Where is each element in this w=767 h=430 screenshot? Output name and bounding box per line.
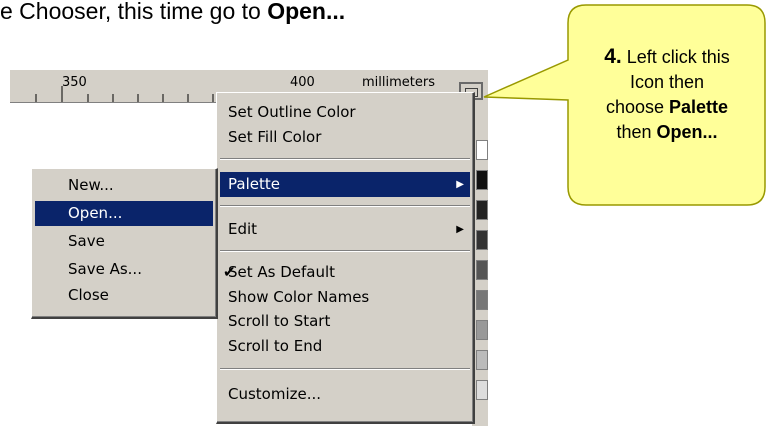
callout-open-bold: Open... bbox=[656, 122, 718, 142]
menu-item-label: Save As... bbox=[68, 260, 142, 278]
menu-separator bbox=[220, 205, 470, 207]
menu-item-scroll-to-end[interactable]: Scroll to End bbox=[220, 334, 470, 359]
palette-context-menu: Set Outline Color Set Fill Color Palette… bbox=[216, 92, 475, 424]
submenu-item-new[interactable]: New... bbox=[35, 173, 213, 198]
menu-item-label: Scroll to End bbox=[228, 337, 323, 355]
menu-item-label: New... bbox=[68, 176, 114, 194]
ruler-label-350: 350 bbox=[62, 75, 87, 90]
palette-swatch[interactable] bbox=[476, 260, 488, 280]
menu-item-label: Close bbox=[68, 286, 109, 304]
callout-line-2: Icon then bbox=[629, 72, 705, 92]
menu-item-customize[interactable]: Customize... bbox=[220, 382, 470, 407]
menu-item-label: Palette bbox=[228, 175, 280, 193]
ruler-units-label: millimeters bbox=[362, 75, 435, 90]
menu-item-label: Set As Default bbox=[228, 263, 336, 281]
instruction-open-text: Open... bbox=[267, 0, 346, 24]
callout-palette-bold: Palette bbox=[669, 97, 729, 117]
menu-item-label: Show Color Names bbox=[228, 288, 370, 306]
callout-line-4-pre: then bbox=[616, 122, 657, 142]
palette-swatch[interactable] bbox=[476, 170, 488, 190]
submenu-arrow-icon: ▶ bbox=[456, 224, 464, 235]
instruction-heading: e Chooser, this time go to Open... bbox=[0, 0, 345, 40]
submenu-item-save[interactable]: Save bbox=[35, 229, 213, 254]
callout-line-3-pre: choose bbox=[605, 97, 669, 117]
menu-item-label: Set Outline Color bbox=[228, 103, 356, 121]
menu-item-edit[interactable]: Edit ▶ bbox=[220, 217, 470, 242]
menu-item-palette[interactable]: Palette ▶ bbox=[220, 172, 470, 197]
submenu-item-close[interactable]: Close bbox=[35, 283, 213, 308]
menu-item-label: Save bbox=[68, 232, 105, 250]
menu-separator bbox=[220, 250, 470, 252]
palette-swatch[interactable] bbox=[476, 140, 488, 160]
menu-item-label: Open... bbox=[68, 204, 123, 222]
menu-item-set-as-default[interactable]: ✔ Set As Default bbox=[220, 260, 470, 285]
palette-submenu: New... Open... Save Save As... Close bbox=[31, 168, 218, 319]
submenu-arrow-icon: ▶ bbox=[456, 179, 464, 190]
palette-swatch[interactable] bbox=[476, 350, 488, 370]
palette-swatch[interactable] bbox=[476, 320, 488, 340]
menu-item-label: Customize... bbox=[228, 385, 322, 403]
menu-item-label: Scroll to Start bbox=[228, 312, 331, 330]
menu-separator bbox=[220, 368, 470, 370]
submenu-item-open[interactable]: Open... bbox=[35, 201, 213, 226]
palette-swatch[interactable] bbox=[476, 230, 488, 250]
callout-text: 4. Left click this Icon then choose Pale… bbox=[568, 44, 766, 145]
menu-item-label: Set Fill Color bbox=[228, 128, 322, 146]
ruler-label-400: 400 bbox=[290, 75, 315, 90]
menu-item-scroll-to-start[interactable]: Scroll to Start bbox=[220, 309, 470, 334]
menu-item-set-fill-color[interactable]: Set Fill Color bbox=[220, 125, 470, 150]
palette-swatch[interactable] bbox=[476, 200, 488, 220]
menu-item-show-color-names[interactable]: Show Color Names bbox=[220, 285, 470, 310]
instruction-text: e Chooser, this time go to bbox=[0, 0, 268, 24]
menu-item-set-outline-color[interactable]: Set Outline Color bbox=[220, 100, 470, 125]
menu-item-label: Edit bbox=[228, 220, 258, 238]
checkmark-icon: ✔ bbox=[223, 263, 236, 281]
callout-step-number: 4. bbox=[604, 45, 622, 68]
menu-separator bbox=[220, 158, 470, 160]
palette-swatch[interactable] bbox=[476, 290, 488, 310]
submenu-item-save-as[interactable]: Save As... bbox=[35, 257, 213, 282]
callout-line-1: Left click this bbox=[621, 47, 730, 67]
palette-swatch[interactable] bbox=[476, 380, 488, 400]
